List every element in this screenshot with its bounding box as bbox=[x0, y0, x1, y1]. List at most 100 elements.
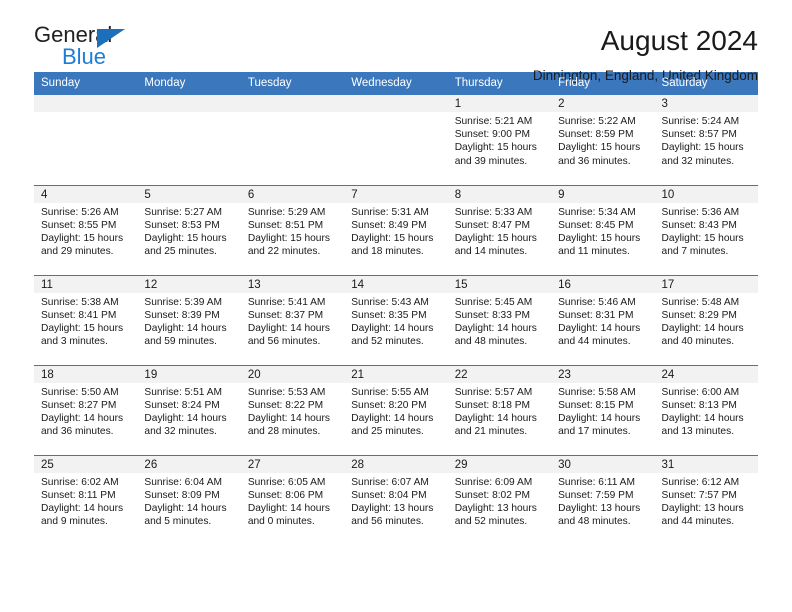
daylight-text-line2: and 48 minutes. bbox=[454, 336, 528, 348]
sunrise-text: Sunrise: 5:53 AM bbox=[247, 386, 326, 398]
daylight-text-line2: and 52 minutes. bbox=[454, 516, 528, 528]
calendar-week-row: 11 Sunrise: 5:38 AM Sunset: 8:41 PM Dayligh… bbox=[34, 274, 758, 365]
calendar-day-cell[interactable]: 28 Sunrise: 6:07 AM Sunset: 8:04 PM Dayligh… bbox=[344, 454, 448, 545]
daylight-text-line1: Daylight: 14 hours bbox=[454, 412, 537, 424]
day-number: 14 bbox=[344, 275, 448, 293]
general-blue-logo[interactable]: General Blue bbox=[34, 24, 144, 70]
day-details: Sunrise: 5:29 AM Sunset: 8:51 PM Daylight:… bbox=[241, 203, 344, 259]
calendar-page: General Blue August 2024 Dinnington, Eng… bbox=[0, 0, 792, 612]
day-details: Sunrise: 6:05 AM Sunset: 8:06 PM Daylight:… bbox=[241, 473, 344, 529]
sunrise-text: Sunrise: 5:38 AM bbox=[41, 296, 119, 308]
sunrise-text: Sunrise: 5:43 AM bbox=[351, 296, 429, 308]
calendar-day-cell[interactable]: 2 Sunrise: 5:22 AM Sunset: 8:59 PM Daylight… bbox=[551, 95, 655, 185]
calendar-day-cell[interactable]: 18 Sunrise: 5:50 AM Sunset: 8:27 PM Dayligh… bbox=[34, 364, 138, 455]
calendar-day-cell[interactable]: 24 Sunrise: 6:00 AM Sunset: 8:13 PM Dayligh… bbox=[654, 364, 758, 455]
sunset-text: Sunset: 8:35 PM bbox=[351, 309, 427, 321]
daylight-text-line1: Daylight: 14 hours bbox=[41, 502, 124, 514]
sunrise-text: Sunrise: 6:05 AM bbox=[247, 476, 326, 488]
calendar-day-cell[interactable]: 1 Sunrise: 5:21 AM Sunset: 9:00 PM Daylight… bbox=[447, 95, 552, 185]
sunset-text: Sunset: 8:15 PM bbox=[558, 399, 634, 411]
daylight-text-line2: and 28 minutes. bbox=[247, 426, 321, 438]
calendar-day-cell[interactable]: 7 Sunrise: 5:31 AM Sunset: 8:49 PM Daylight… bbox=[344, 184, 448, 275]
calendar-day-cell[interactable]: 10 Sunrise: 5:36 AM Sunset: 8:43 PM Dayligh… bbox=[654, 184, 758, 275]
calendar-day-cell[interactable]: 31 Sunrise: 6:12 AM Sunset: 7:57 PM Dayligh… bbox=[654, 454, 758, 545]
calendar-day-cell[interactable]: 30 Sunrise: 6:11 AM Sunset: 7:59 PM Dayligh… bbox=[551, 454, 655, 545]
page-title: August 2024 bbox=[600, 25, 758, 56]
day-details: Sunrise: 5:58 AM Sunset: 8:15 PM Daylight:… bbox=[551, 383, 654, 439]
calendar-day-cell[interactable]: 12 Sunrise: 5:39 AM Sunset: 8:39 PM Dayligh… bbox=[137, 274, 241, 365]
calendar-day-cell[interactable]: 25 Sunrise: 6:02 AM Sunset: 8:11 PM Dayligh… bbox=[34, 454, 138, 545]
sunrise-text: Sunrise: 6:09 AM bbox=[454, 476, 533, 488]
sunset-text: Sunset: 8:51 PM bbox=[247, 219, 324, 231]
day-number bbox=[137, 95, 241, 112]
day-details: Sunrise: 6:00 AM Sunset: 8:13 PM Daylight:… bbox=[655, 383, 758, 439]
calendar-day-cell[interactable]: 5 Sunrise: 5:27 AM Sunset: 8:53 PM Daylight… bbox=[137, 184, 241, 275]
calendar-week-row: 1 Sunrise: 5:21 AM Sunset: 9:00 PM Daylight… bbox=[34, 95, 758, 185]
day-number: 22 bbox=[447, 365, 552, 383]
daylight-text-line1: Daylight: 15 hours bbox=[454, 232, 537, 244]
day-number bbox=[240, 95, 345, 112]
calendar-day-cell[interactable]: 4 Sunrise: 5:26 AM Sunset: 8:55 PM Daylight… bbox=[34, 184, 138, 275]
calendar-day-cell[interactable]: 20 Sunrise: 5:53 AM Sunset: 8:22 PM Dayligh… bbox=[240, 364, 345, 455]
day-details: Sunrise: 5:31 AM Sunset: 8:49 PM Daylight:… bbox=[344, 203, 447, 259]
calendar-day-cell[interactable]: 29 Sunrise: 6:09 AM Sunset: 8:02 PM Dayligh… bbox=[447, 454, 552, 545]
sunrise-text: Sunrise: 6:00 AM bbox=[661, 386, 740, 398]
sunrise-text: Sunrise: 5:57 AM bbox=[454, 386, 533, 398]
day-details: Sunrise: 5:50 AM Sunset: 8:27 PM Daylight:… bbox=[34, 383, 137, 439]
day-number: 29 bbox=[447, 455, 552, 473]
sunrise-text: Sunrise: 5:24 AM bbox=[661, 116, 740, 127]
daylight-text-line2: and 9 minutes. bbox=[41, 516, 108, 528]
calendar-day-cell[interactable]: 19 Sunrise: 5:51 AM Sunset: 8:24 PM Dayligh… bbox=[137, 364, 241, 455]
daylight-text-line2: and 17 minutes. bbox=[558, 426, 631, 438]
day-number: 2 bbox=[551, 95, 655, 112]
daylight-text-line1: Daylight: 15 hours bbox=[558, 142, 641, 154]
sunset-text: Sunset: 8:41 PM bbox=[41, 309, 117, 321]
calendar-day-cell[interactable]: 13 Sunrise: 5:41 AM Sunset: 8:37 PM Dayligh… bbox=[240, 274, 345, 365]
daylight-text-line1: Daylight: 14 hours bbox=[661, 412, 744, 424]
sunrise-text: Sunrise: 5:21 AM bbox=[454, 116, 533, 127]
sunrise-text: Sunrise: 5:51 AM bbox=[144, 386, 223, 398]
calendar-day-cell[interactable]: 8 Sunrise: 5:33 AM Sunset: 8:47 PM Daylight… bbox=[447, 184, 552, 275]
sunrise-text: Sunrise: 5:58 AM bbox=[558, 386, 636, 398]
calendar-day-cell-empty bbox=[137, 95, 241, 185]
calendar-day-cell[interactable]: 16 Sunrise: 5:46 AM Sunset: 8:31 PM Dayligh… bbox=[551, 274, 655, 365]
day-details: Sunrise: 5:24 AM Sunset: 8:57 PM Daylight:… bbox=[655, 112, 758, 168]
calendar-day-cell[interactable]: 9 Sunrise: 5:34 AM Sunset: 8:45 PM Daylight… bbox=[551, 184, 655, 275]
calendar-day-cell[interactable]: 6 Sunrise: 5:29 AM Sunset: 8:51 PM Daylight… bbox=[240, 184, 345, 275]
daylight-text-line2: and 7 minutes. bbox=[661, 246, 729, 258]
sunset-text: Sunset: 8:39 PM bbox=[144, 309, 220, 321]
sunrise-text: Sunrise: 6:07 AM bbox=[351, 476, 429, 488]
weekday-header-monday: Monday bbox=[137, 72, 241, 95]
calendar-day-cell[interactable]: 17 Sunrise: 5:48 AM Sunset: 8:29 PM Dayligh… bbox=[654, 274, 758, 365]
daylight-text-line2: and 32 minutes. bbox=[661, 155, 735, 167]
calendar-day-cell[interactable]: 3 Sunrise: 5:24 AM Sunset: 8:57 PM Daylight… bbox=[654, 95, 758, 185]
calendar-day-cell[interactable]: 11 Sunrise: 5:38 AM Sunset: 8:41 PM Dayligh… bbox=[34, 274, 138, 365]
daylight-text-line2: and 3 minutes. bbox=[41, 336, 108, 348]
daylight-text-line1: Daylight: 14 hours bbox=[454, 322, 537, 334]
daylight-text-line1: Daylight: 14 hours bbox=[247, 412, 330, 424]
day-details: Sunrise: 6:04 AM Sunset: 8:09 PM Daylight:… bbox=[137, 473, 240, 529]
calendar-day-cell[interactable]: 23 Sunrise: 5:58 AM Sunset: 8:15 PM Dayligh… bbox=[551, 364, 655, 455]
day-details: Sunrise: 5:45 AM Sunset: 8:33 PM Daylight:… bbox=[448, 293, 551, 349]
day-details: Sunrise: 6:12 AM Sunset: 7:57 PM Daylight:… bbox=[655, 473, 758, 529]
calendar-day-cell[interactable]: 14 Sunrise: 5:43 AM Sunset: 8:35 PM Dayligh… bbox=[344, 274, 448, 365]
calendar-day-cell[interactable]: 27 Sunrise: 6:05 AM Sunset: 8:06 PM Dayligh… bbox=[240, 454, 345, 545]
sunrise-text: Sunrise: 5:45 AM bbox=[454, 296, 533, 308]
daylight-text-line2: and 0 minutes. bbox=[247, 516, 315, 528]
calendar-day-cell[interactable]: 22 Sunrise: 5:57 AM Sunset: 8:18 PM Dayligh… bbox=[447, 364, 552, 455]
daylight-text-line1: Daylight: 13 hours bbox=[454, 502, 537, 514]
calendar-week-row: 25 Sunrise: 6:02 AM Sunset: 8:11 PM Dayligh… bbox=[34, 454, 758, 545]
sunrise-text: Sunrise: 5:55 AM bbox=[351, 386, 429, 398]
sunset-text: Sunset: 8:02 PM bbox=[454, 489, 531, 501]
sunset-text: Sunset: 8:13 PM bbox=[661, 399, 737, 411]
daylight-text-line1: Daylight: 14 hours bbox=[144, 412, 227, 424]
calendar-day-cell[interactable]: 21 Sunrise: 5:55 AM Sunset: 8:20 PM Dayligh… bbox=[344, 364, 448, 455]
calendar-week-row: 18 Sunrise: 5:50 AM Sunset: 8:27 PM Dayligh… bbox=[34, 364, 758, 455]
day-number: 4 bbox=[34, 185, 138, 203]
sunset-text: Sunset: 8:27 PM bbox=[41, 399, 117, 411]
daylight-text-line1: Daylight: 15 hours bbox=[454, 142, 537, 154]
calendar-day-cell[interactable]: 15 Sunrise: 5:45 AM Sunset: 8:33 PM Dayligh… bbox=[447, 274, 552, 365]
day-number: 17 bbox=[654, 275, 758, 293]
calendar-day-cell[interactable]: 26 Sunrise: 6:04 AM Sunset: 8:09 PM Dayligh… bbox=[137, 454, 241, 545]
sunset-text: Sunset: 8:45 PM bbox=[558, 219, 634, 231]
